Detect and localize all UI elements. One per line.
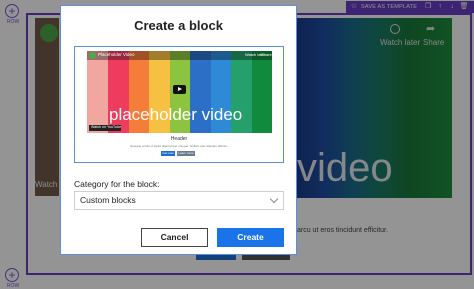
preview-button-primary: Get now bbox=[161, 151, 175, 156]
block-preview: Placeholder Video Watch later Share plac… bbox=[74, 46, 284, 163]
preview-header: Header bbox=[170, 136, 188, 142]
watch-on-youtube-badge: Watch on YouTube bbox=[89, 125, 121, 131]
create-block-dialog: Create a block Placeholder Video Watch l… bbox=[60, 5, 297, 255]
category-select[interactable]: Custom blocks bbox=[74, 191, 284, 210]
preview-video-text: placeholder video bbox=[109, 105, 243, 124]
preview-button-secondary: Learn more bbox=[177, 151, 195, 156]
preview-channel-title: Placeholder Video bbox=[98, 52, 135, 57]
preview-video-stripe bbox=[251, 51, 272, 133]
channel-avatar-icon bbox=[89, 52, 96, 59]
watch-on-youtube-text: Watch on YouTube bbox=[91, 125, 122, 129]
create-button[interactable]: Create bbox=[217, 228, 284, 247]
preview-video-stripe bbox=[87, 51, 109, 133]
dialog-title: Create a block bbox=[134, 18, 223, 33]
chevron-down-icon bbox=[269, 194, 279, 204]
preview-video: Placeholder Video Watch later Share plac… bbox=[87, 51, 272, 133]
play-icon bbox=[173, 85, 186, 94]
preview-body-text: Quisque a felis ut ligula ullamcorper co… bbox=[130, 144, 228, 148]
cancel-button[interactable]: Cancel bbox=[141, 228, 208, 247]
category-select-value: Custom blocks bbox=[80, 195, 136, 205]
preview-share: Share bbox=[261, 52, 272, 57]
category-label: Category for the block: bbox=[74, 179, 160, 189]
